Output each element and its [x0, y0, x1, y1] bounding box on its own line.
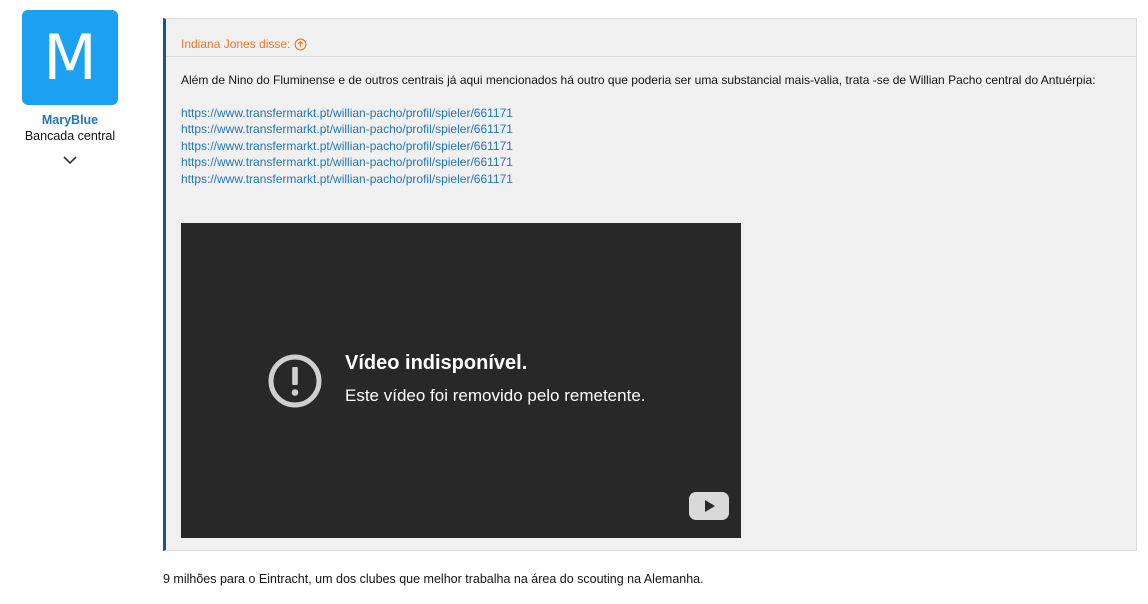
video-subtitle: Este vídeo foi removido pelo remetente.	[345, 386, 646, 405]
quote-content: Além de Nino do Fluminense e de outros c…	[166, 57, 1136, 187]
avatar[interactable]: M	[22, 10, 118, 105]
profile-link[interactable]: https://www.transfermarkt.pt/willian-pac…	[181, 138, 1136, 155]
video-embed[interactable]: Vídeo indisponível. Este vídeo foi remov…	[181, 223, 741, 538]
quote-author-link[interactable]: Indiana Jones disse:	[181, 37, 290, 51]
username[interactable]: MaryBlue	[20, 113, 120, 127]
profile-link[interactable]: https://www.transfermarkt.pt/willian-pac…	[181, 154, 1136, 171]
avatar-letter: M	[43, 21, 97, 94]
profile-link[interactable]: https://www.transfermarkt.pt/willian-pac…	[181, 121, 1136, 138]
quote-header: Indiana Jones disse:	[166, 19, 1136, 57]
youtube-logo-icon[interactable]	[689, 492, 729, 520]
quote-text: Além de Nino do Fluminense e de outros c…	[181, 73, 1096, 87]
video-unavailable-message: Vídeo indisponível. Este vídeo foi remov…	[267, 351, 646, 409]
user-title: Bancada central	[24, 129, 116, 143]
post-body-text: 9 milhões para o Eintracht, um dos clube…	[163, 572, 704, 586]
exclamation-circle-icon	[268, 354, 322, 408]
profile-link[interactable]: https://www.transfermarkt.pt/willian-pac…	[181, 105, 1136, 122]
quote-block: Indiana Jones disse: Além de Nino do Flu…	[163, 18, 1137, 551]
link-list: https://www.transfermarkt.pt/willian-pac…	[181, 105, 1136, 188]
arrow-up-circle-icon[interactable]	[294, 38, 307, 51]
profile-link[interactable]: https://www.transfermarkt.pt/willian-pac…	[181, 171, 1136, 188]
chevron-down-icon[interactable]	[61, 153, 79, 167]
user-info: M MaryBlue Bancada central	[20, 10, 120, 167]
video-title: Vídeo indisponível.	[345, 352, 528, 374]
